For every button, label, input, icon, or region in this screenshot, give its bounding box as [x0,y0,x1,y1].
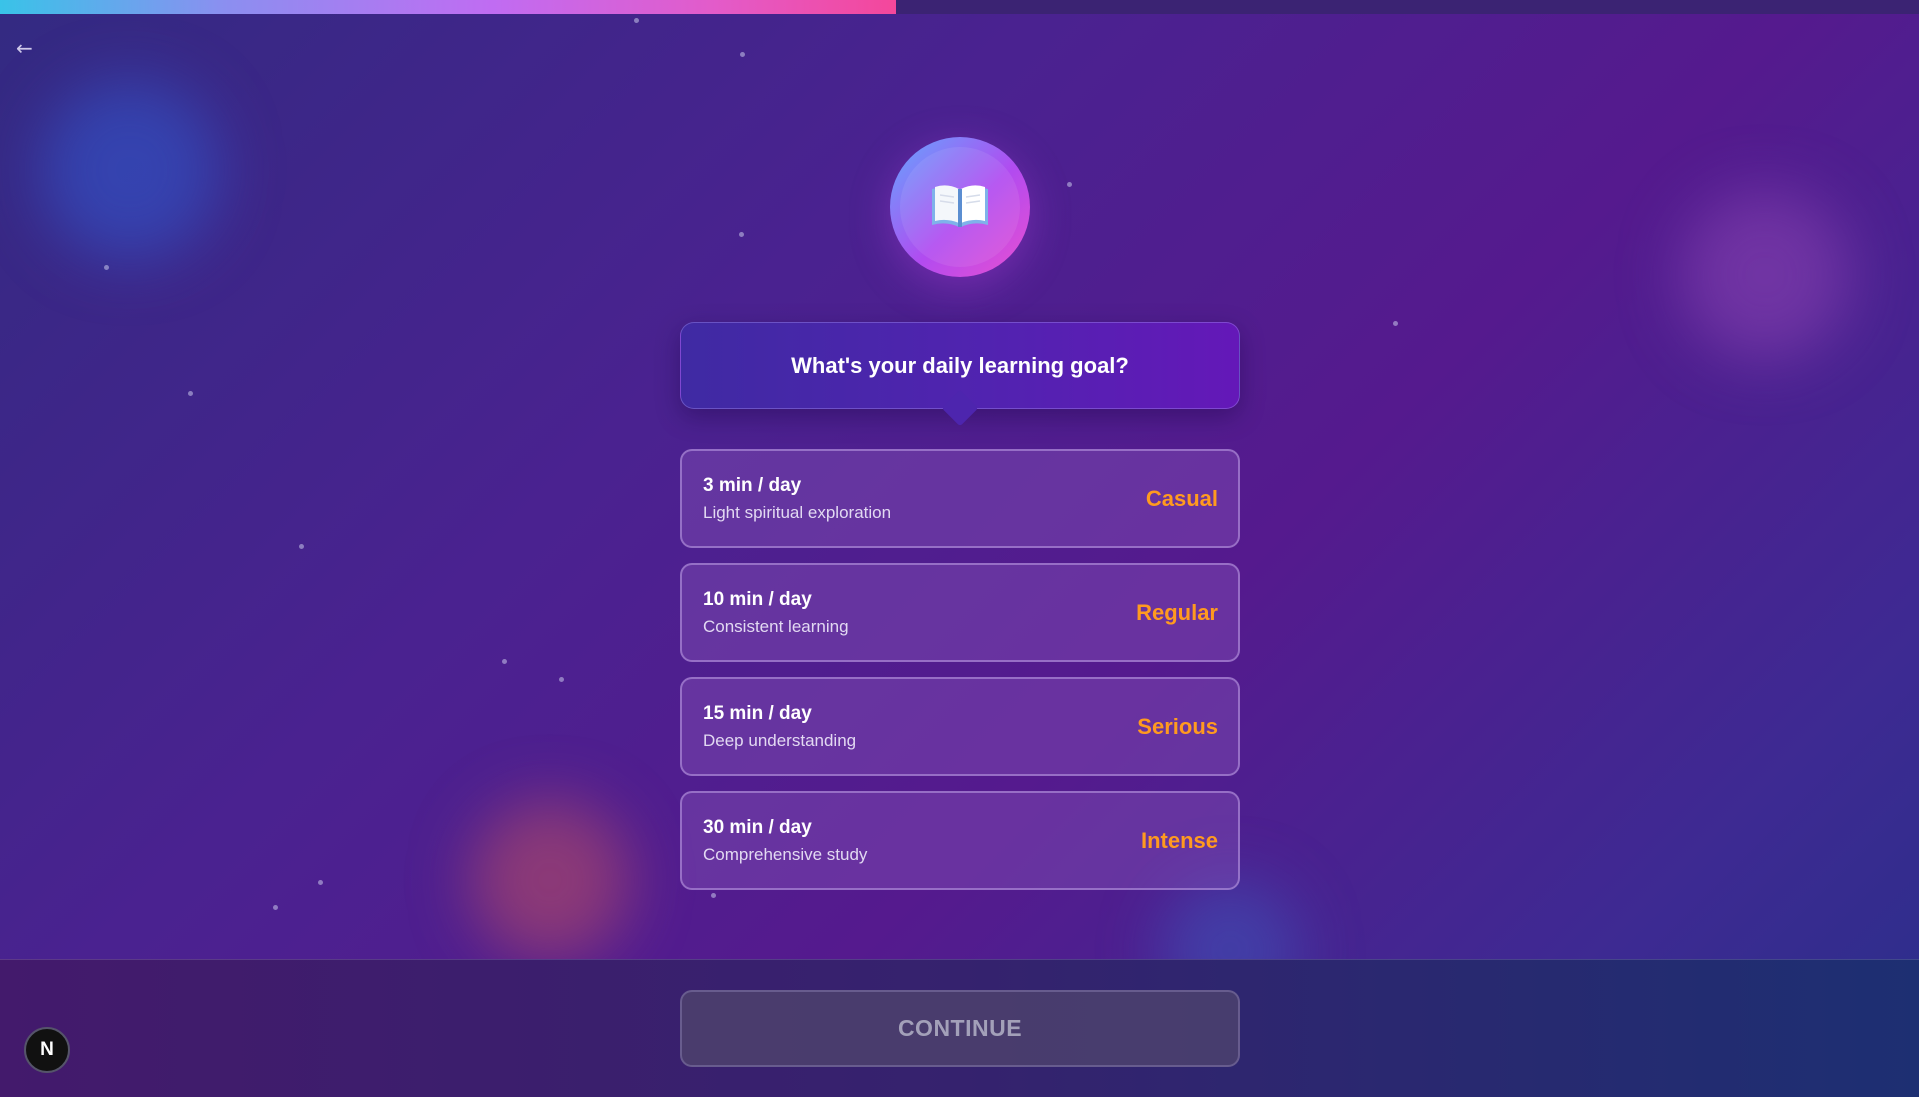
star-dot [104,265,109,270]
option-text: 30 min / day Comprehensive study [703,817,867,865]
question-text: What's your daily learning goal? [791,352,1129,378]
background-glow [1680,190,1850,360]
option-text: 3 min / day Light spiritual exploration [703,475,891,523]
dev-tools-badge[interactable]: N [24,1027,70,1073]
back-arrow-icon[interactable]: ← [16,36,40,60]
option-tag: Serious [1137,713,1218,739]
option-tag: Casual [1145,485,1218,511]
star-dot [1067,182,1072,187]
option-tag: Intense [1140,827,1218,853]
star-dot [634,18,639,23]
option-subtitle: Consistent learning [703,616,849,636]
option-subtitle: Comprehensive study [703,844,868,864]
star-dot [188,391,193,396]
star-dot [711,893,716,898]
option-subtitle: Light spiritual exploration [703,502,892,522]
star-dot [740,52,745,57]
hero-avatar [890,137,1030,277]
option-title: 10 min / day [703,588,812,610]
background-glow [40,80,220,260]
star-dot [273,905,278,910]
option-text: 15 min / day Deep understanding [703,703,856,751]
star-dot [559,677,564,682]
goal-option-regular[interactable]: 10 min / day Consistent learning Regular [680,563,1240,662]
progress-bar [0,0,1919,14]
open-book-icon [932,185,988,227]
background-glow [470,800,630,960]
option-tag: Regular [1136,599,1218,625]
star-dot [1393,321,1398,326]
progress-fill [0,0,897,14]
hero-avatar-inner [900,147,1020,267]
star-dot [299,544,304,549]
option-title: 3 min / day [703,474,802,496]
option-title: 30 min / day [703,816,812,838]
continue-button[interactable]: CONTINUE [680,990,1240,1067]
star-dot [318,880,323,885]
option-subtitle: Deep understanding [703,730,857,750]
star-dot [502,659,507,664]
goal-option-serious[interactable]: 15 min / day Deep understanding Serious [680,677,1240,776]
goal-option-casual[interactable]: 3 min / day Light spiritual exploration … [680,449,1240,548]
question-bubble: What's your daily learning goal? [680,322,1240,409]
star-dot [739,232,744,237]
option-title: 15 min / day [703,702,812,724]
option-text: 10 min / day Consistent learning [703,589,849,637]
goal-option-intense[interactable]: 30 min / day Comprehensive study Intense [680,791,1240,890]
